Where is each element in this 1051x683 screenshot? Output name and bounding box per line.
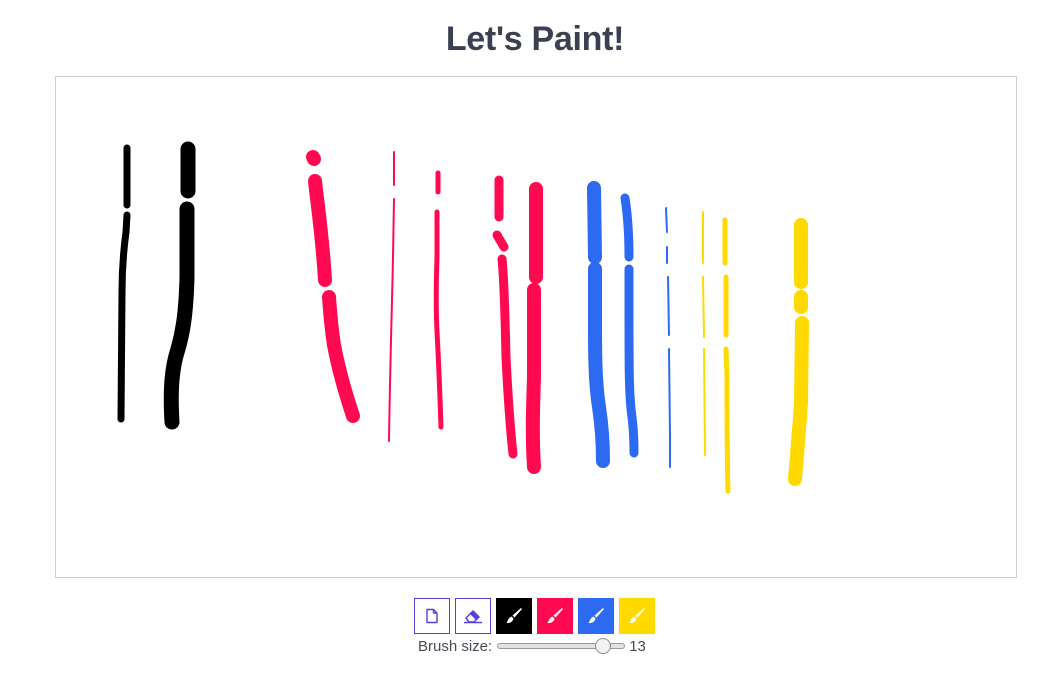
canvas-drawing[interactable] [56,77,1016,577]
stroke-red-4 [492,175,518,459]
stroke-yellow-2 [722,217,731,494]
stroke-yellow-1 [702,211,706,456]
file-icon [426,608,438,624]
stroke-red-2 [388,151,395,442]
toolbar [414,598,655,634]
stroke-blue-3 [665,207,671,468]
black-brush-button[interactable] [496,598,532,634]
red-brush-button[interactable] [537,598,573,634]
stroke-red-3 [433,170,444,430]
blue-brush-button[interactable] [578,598,614,634]
paintbrush-icon [506,608,522,624]
stroke-blue-1 [587,181,610,468]
brush-size-value: 13 [629,637,646,655]
paint-app: Let's Paint! Brush size: 13 [0,0,1051,683]
drawing-canvas[interactable] [55,76,1017,578]
stroke-black-2 [163,141,196,430]
new-page-button[interactable] [414,598,450,634]
eraser-button[interactable] [455,598,491,634]
stroke-yellow-3 [788,218,809,486]
eraser-icon [464,610,482,624]
paintbrush-icon [547,608,563,624]
stroke-blue-2 [620,193,639,458]
stroke-black-1 [117,144,131,423]
yellow-brush-button[interactable] [619,598,655,634]
brush-size-control: Brush size: 13 [418,636,646,656]
slider-thumb[interactable] [594,638,611,654]
brush-size-slider[interactable] [497,638,626,654]
brush-size-label: Brush size: [418,637,493,655]
paintbrush-icon [629,608,645,624]
stroke-red-5 [525,182,543,474]
paintbrush-icon [588,608,604,624]
stroke-red-1 [306,150,360,423]
page-title: Let's Paint! [445,20,625,58]
